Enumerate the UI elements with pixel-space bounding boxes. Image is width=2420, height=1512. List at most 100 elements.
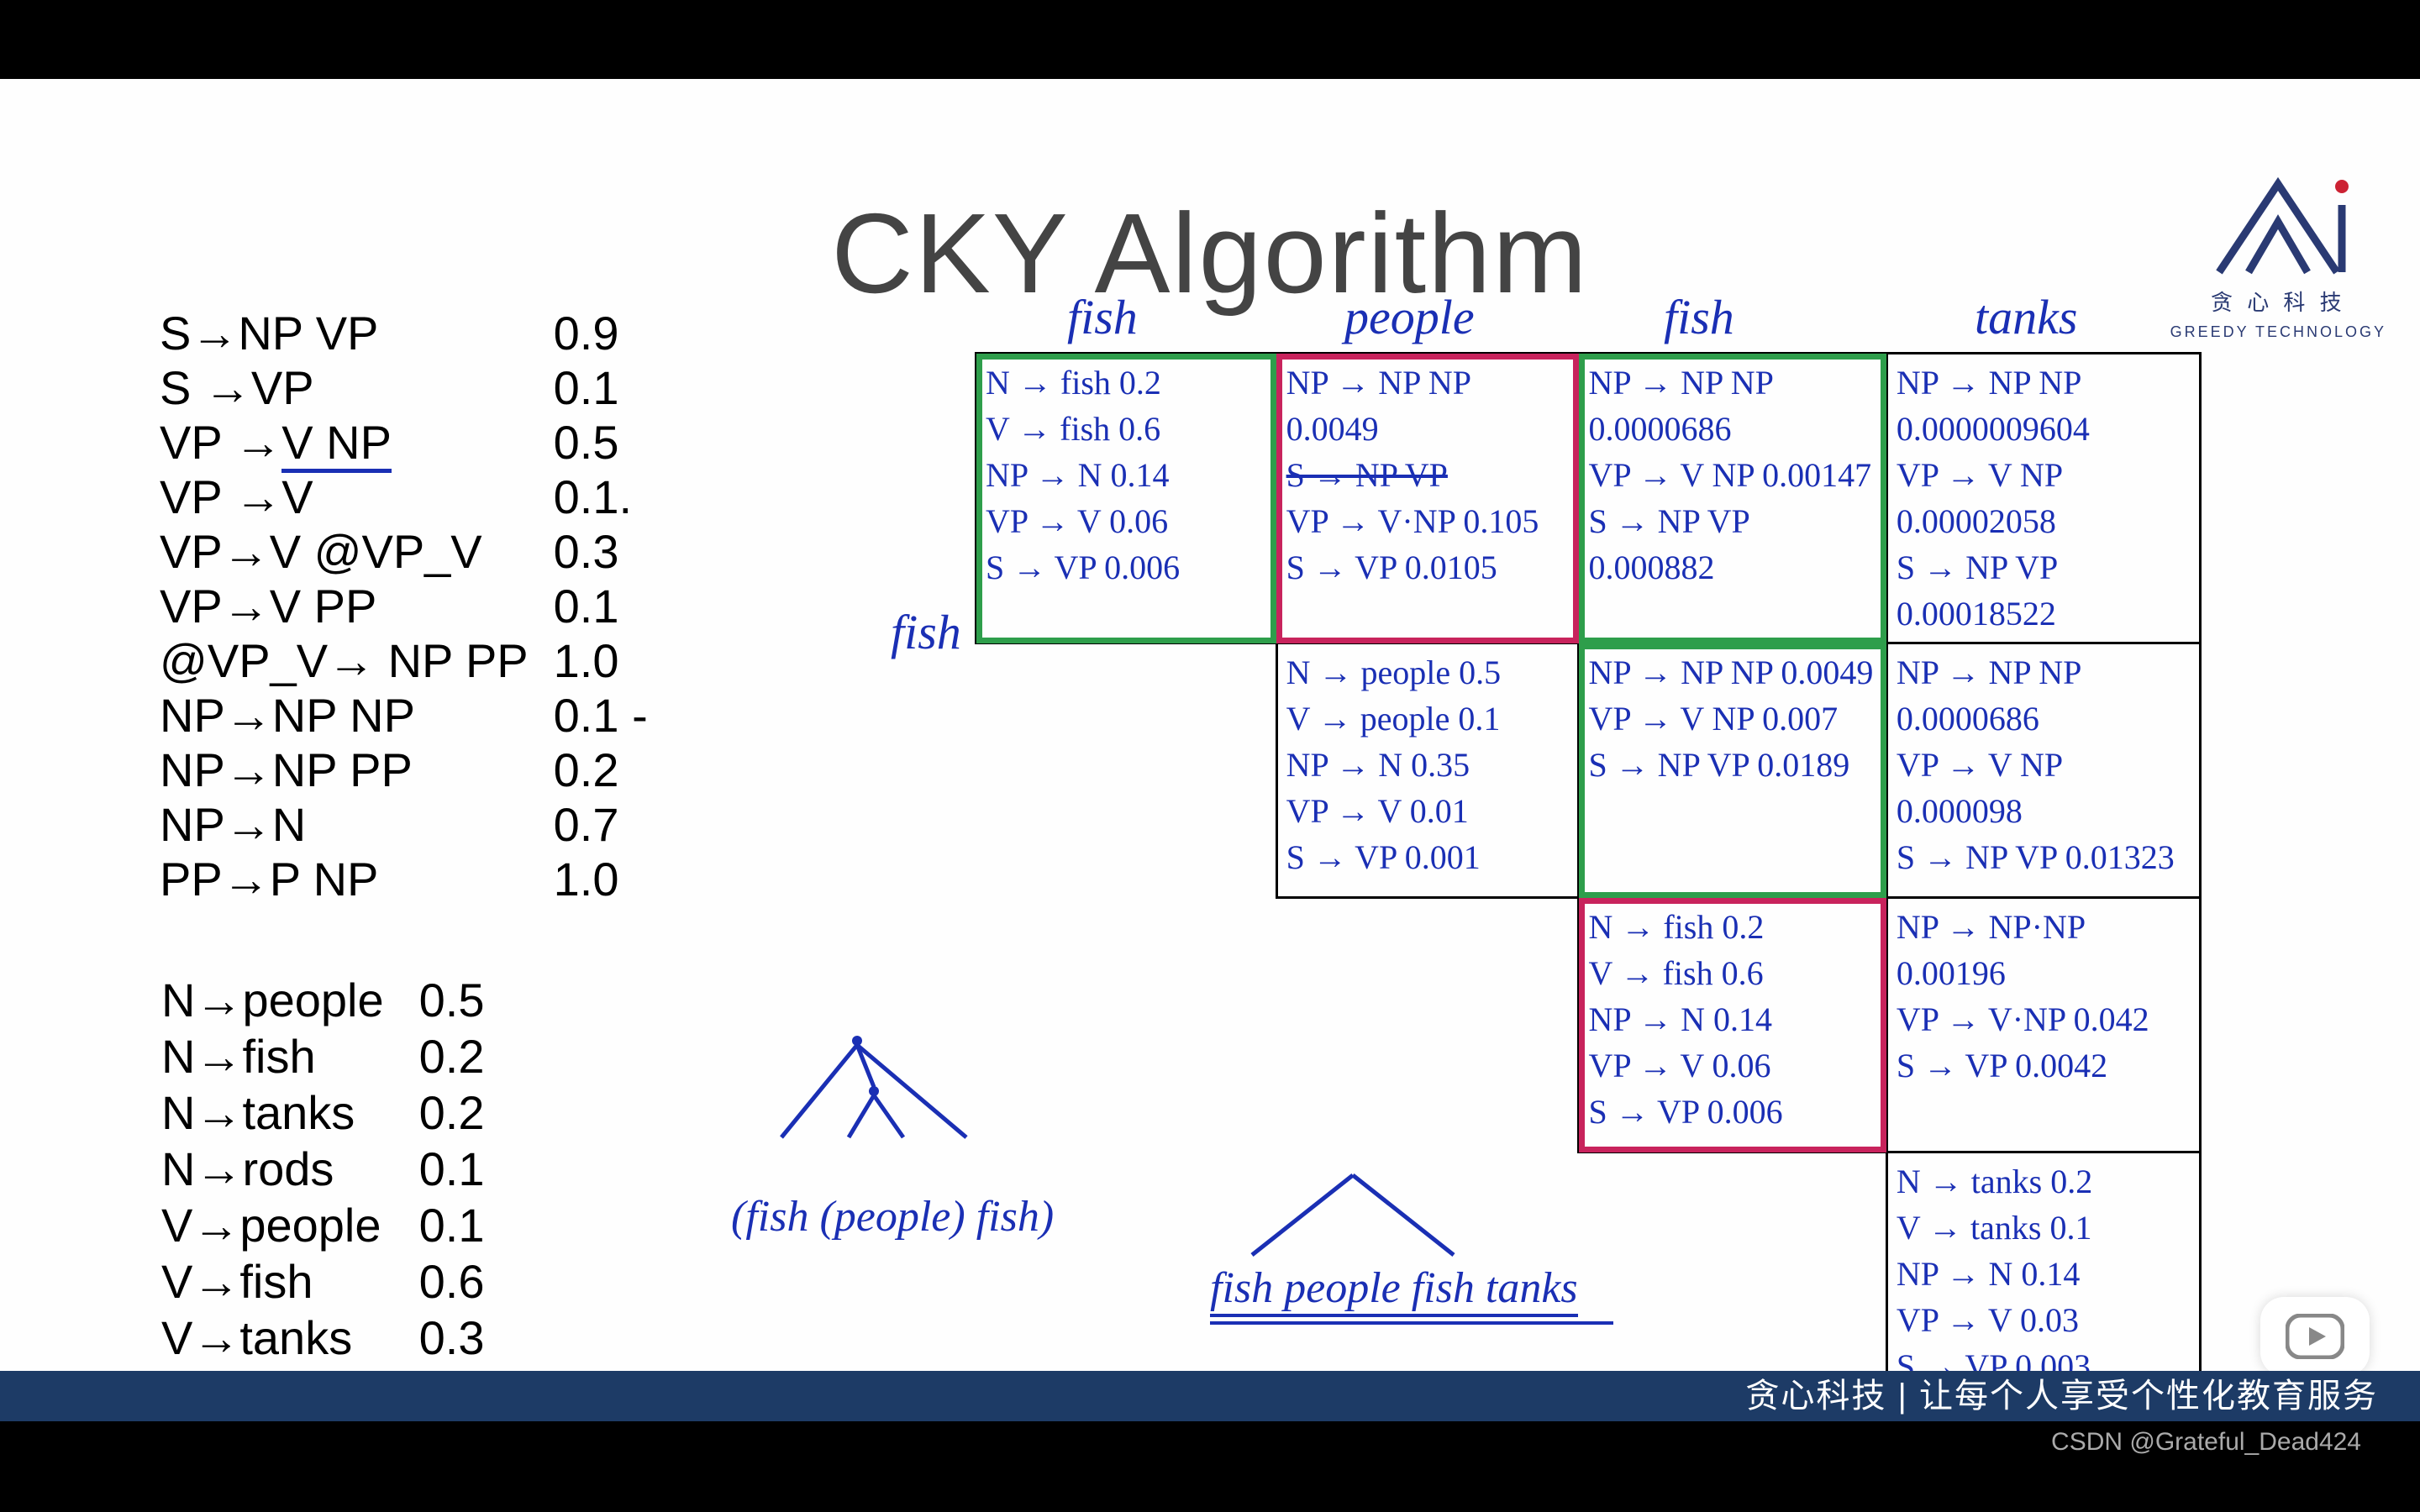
rule-lhs: V→tanks — [161, 1310, 418, 1365]
tree-sketch-1: (fish (people) fish) — [731, 1028, 1054, 1242]
cky-cell: N → fish 0.2V → fish 0.6NP → N 0.14VP → … — [976, 354, 1277, 643]
rule-prob: 0.1 — [554, 360, 673, 415]
rule-lhs: PP→P NP — [160, 852, 554, 906]
cky-entry: VP → V 0.03 — [1897, 1297, 2191, 1343]
cky-entry: NP → NP NP 0.0049 — [1286, 360, 1570, 452]
cky-cell: NP → NP·NP 0.00196VP → V·NP 0.042S → VP … — [1886, 898, 2200, 1152]
rule-lhs: NP→N — [160, 797, 554, 852]
cky-entry: VP → V NP 0.007 — [1588, 696, 1876, 742]
sentence-label: fish people fish tanks — [1210, 1264, 1578, 1317]
cky-entry: S → NP VP 0.01323 — [1897, 834, 2191, 880]
rule-lhs: @VP_V→ NP PP — [160, 633, 554, 688]
cky-entry: VP → V NP 0.000098 — [1897, 742, 2191, 834]
cky-cell: N → tanks 0.2V → tanks 0.1NP → N 0.14VP … — [1886, 1152, 2200, 1407]
rule-lhs: S →VP — [160, 360, 554, 415]
rule-prob: 0.6 — [419, 1254, 518, 1309]
rule-prob: 1.0 — [554, 633, 673, 688]
rule-prob: 0.7 — [554, 797, 673, 852]
cky-entry: VP → V 0.01 — [1286, 788, 1570, 834]
cky-entry: S → VP 0.001 — [1286, 834, 1570, 880]
footer-bar: 贪心科技 | 让每个人享受个性化教育服务 — [0, 1371, 2420, 1421]
rule-lhs: S→NP VP — [160, 306, 554, 360]
cky-entry: NP → N 0.14 — [986, 452, 1267, 498]
rule-lhs: VP →V NP — [160, 415, 554, 470]
rule-prob: 0.1 — [554, 579, 673, 633]
slide-canvas: CKY Algorithm 贪 心 科 技 GREEDY TECHNOLOGY … — [0, 79, 2420, 1371]
cky-entry: S → NP VP 0.00018522 — [1897, 544, 2191, 637]
col-word-3: fish — [1664, 289, 1734, 345]
col-word-2: people — [1344, 289, 1475, 345]
cky-entry: NP → NP NP 0.0000009604 — [1897, 360, 2191, 452]
rule-lhs: V→people — [161, 1198, 418, 1252]
rule-prob: 0.5 — [554, 415, 673, 470]
cky-entry: NP → NP NP 0.0000686 — [1897, 649, 2191, 742]
cky-cell: NP → NP NP 0.0049S → NP VPVP → V·NP 0.10… — [1276, 354, 1579, 643]
sketch1-label: (fish (people) fish) — [731, 1192, 1054, 1242]
cky-entry: VP → V·NP 0.105 — [1286, 498, 1570, 544]
cky-entry: VP → V NP 0.00002058 — [1897, 452, 2191, 544]
rule-lhs: VP →V — [160, 470, 554, 524]
logo-subtitle: GREEDY TECHNOLOGY — [2170, 323, 2386, 340]
rule-lhs: V→fish — [161, 1254, 418, 1309]
cky-entry: V → fish 0.6 — [986, 406, 1267, 452]
rule-prob: 0.2 — [419, 1029, 518, 1084]
cky-entry: N → tanks 0.2 — [1897, 1158, 2191, 1205]
cky-entry: N → people 0.5 — [1286, 649, 1570, 696]
cky-entry: S → NP VP — [1286, 452, 1570, 498]
tree-sketch-2 — [1210, 1163, 1496, 1276]
cky-entry: VP → V 0.06 — [1588, 1042, 1876, 1089]
watermark: CSDN @Grateful_Dead424 — [2051, 1428, 2361, 1457]
cky-entry: N → fish 0.2 — [986, 360, 1267, 406]
cky-entry: S → NP VP 0.000882 — [1588, 498, 1876, 591]
cky-cell — [1579, 1152, 1886, 1407]
grammar-rules: S→NP VP0.9S →VP0.1VP →V NP0.5VP →V0.1.VP… — [160, 306, 673, 906]
rule-lhs: VP→V @VP_V — [160, 524, 554, 579]
cky-entry: VP → V 0.06 — [986, 498, 1267, 544]
rule-lhs: N→rods — [161, 1142, 418, 1196]
cky-entry: NP → N 0.14 — [1897, 1251, 2191, 1297]
greedy-logo-icon — [2202, 171, 2354, 281]
cky-entry: S → VP 0.0105 — [1286, 544, 1570, 591]
cky-cell — [976, 643, 1277, 898]
sentence-underline: fish people fish tanks — [1210, 1263, 1613, 1325]
logo-text: 贪 心 科 技 — [2211, 290, 2346, 315]
cky-cell: N → fish 0.2V → fish 0.6NP → N 0.14VP → … — [1579, 898, 1886, 1152]
rule-lhs: VP→V PP — [160, 579, 554, 633]
row-word-1: fish — [891, 604, 961, 660]
cky-entry: NP → N 0.35 — [1286, 742, 1570, 788]
cky-entry: N → fish 0.2 — [1588, 904, 1876, 950]
rule-lhs: N→fish — [161, 1029, 418, 1084]
rule-lhs: NP→NP PP — [160, 743, 554, 797]
cky-entry: V → people 0.1 — [1286, 696, 1570, 742]
rule-prob: 0.2 — [419, 1085, 518, 1140]
cky-chart: N → fish 0.2V → fish 0.6NP → N 0.14VP → … — [975, 352, 2202, 1373]
cky-cell: NP → NP NP 0.0049VP → V NP 0.007S → NP V… — [1579, 643, 1886, 898]
col-word-4: tanks — [1975, 289, 2077, 345]
cky-cell: NP → NP NP 0.0000686VP → V NP 0.00147S →… — [1579, 354, 1886, 643]
cky-entry: V → fish 0.6 — [1588, 950, 1876, 996]
cky-entry: V → tanks 0.1 — [1897, 1205, 2191, 1251]
col-word-1: fish — [1067, 289, 1138, 345]
cky-entry: NP → NP NP 0.0049 — [1588, 649, 1876, 696]
play-button[interactable] — [2260, 1297, 2370, 1376]
cky-entry: VP → V NP 0.00147 — [1588, 452, 1876, 498]
rule-prob: 1.0 — [554, 852, 673, 906]
lexicon-rules: N→people0.5N→fish0.2N→tanks0.2N→rods0.1V… — [160, 971, 519, 1423]
cky-entry: NP → NP·NP 0.00196 — [1897, 904, 2191, 996]
cky-cell: NP → NP NP 0.0000009604VP → V NP 0.00002… — [1886, 354, 2200, 643]
cky-entry: S → NP VP 0.0189 — [1588, 742, 1876, 788]
cky-entry: S → VP 0.0042 — [1897, 1042, 2191, 1089]
rule-prob: 0.2 — [554, 743, 673, 797]
rule-lhs: N→tanks — [161, 1085, 418, 1140]
rule-prob: 0.3 — [554, 524, 673, 579]
cky-entry: S → VP 0.006 — [1588, 1089, 1876, 1135]
cky-cell: NP → NP NP 0.0000686VP → V NP 0.000098S … — [1886, 643, 2200, 898]
rule-prob: 0.1. — [554, 470, 673, 524]
brand-logo: 贪 心 科 技 GREEDY TECHNOLOGY — [2170, 171, 2386, 343]
rule-prob: 0.3 — [419, 1310, 518, 1365]
rule-prob: 0.1 — [419, 1198, 518, 1252]
rule-lhs: N→people — [161, 973, 418, 1027]
cky-entry: VP → V·NP 0.042 — [1897, 996, 2191, 1042]
rule-lhs: NP→NP NP — [160, 688, 554, 743]
footer-text: 贪心科技 | 让每个人享受个性化教育服务 — [1745, 1378, 2378, 1415]
